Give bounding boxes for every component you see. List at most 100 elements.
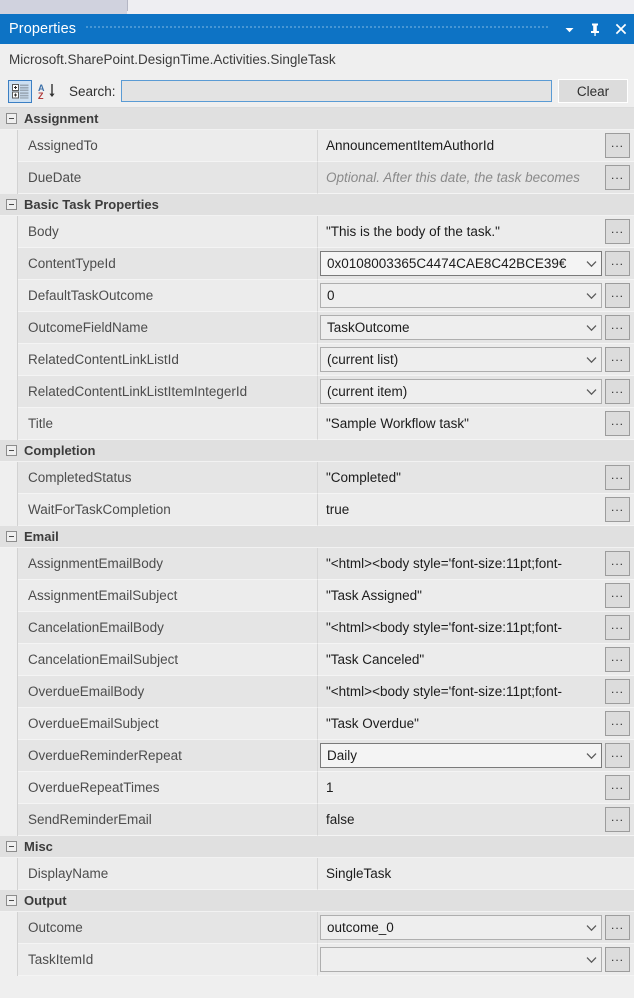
property-value-cell[interactable]: Optional. After this date, the task beco…	[318, 162, 634, 194]
property-value-text[interactable]: "Completed"	[318, 470, 603, 485]
chevron-down-icon[interactable]	[581, 752, 601, 760]
ellipsis-button[interactable]: ...	[605, 679, 630, 704]
property-value-text[interactable]: true	[318, 502, 603, 517]
property-name[interactable]: CancelationEmailBody	[18, 612, 318, 644]
ellipsis-button[interactable]: ...	[605, 251, 630, 276]
ellipsis-button[interactable]: ...	[605, 219, 630, 244]
window-drag-gripper[interactable]	[86, 14, 550, 44]
property-value-cell[interactable]: true...	[318, 494, 634, 526]
property-row[interactable]: TaskItemId...	[0, 944, 634, 976]
property-value-cell[interactable]: (current item)...	[318, 376, 634, 408]
collapse-expander-icon[interactable]	[6, 531, 17, 542]
category-header-completion[interactable]: Completion	[0, 440, 634, 462]
property-name[interactable]: RelatedContentLinkListItemIntegerId	[18, 376, 318, 408]
property-row[interactable]: RelatedContentLinkListItemIntegerId (curr…	[0, 376, 634, 408]
property-row[interactable]: OutcomeFieldName TaskOutcome...	[0, 312, 634, 344]
property-value-combobox[interactable]: outcome_0	[320, 915, 602, 940]
property-value-cell[interactable]: "Task Assigned"...	[318, 580, 634, 612]
property-value-text[interactable]: 1	[318, 780, 603, 795]
property-row[interactable]: OverdueRepeatTimes 1...	[0, 772, 634, 804]
ellipsis-button[interactable]: ...	[605, 647, 630, 672]
ellipsis-button[interactable]: ...	[605, 743, 630, 768]
property-row[interactable]: SendReminderEmail false...	[0, 804, 634, 836]
property-value-cell[interactable]: ...	[318, 944, 634, 976]
ellipsis-button[interactable]: ...	[605, 165, 630, 190]
close-icon[interactable]	[608, 14, 634, 44]
property-value-cell[interactable]: outcome_0...	[318, 912, 634, 944]
property-name[interactable]: OverdueEmailSubject	[18, 708, 318, 740]
clear-button[interactable]: Clear	[558, 79, 628, 103]
property-value-cell[interactable]: "<html><body style='font-size:11pt;font-…	[318, 548, 634, 580]
property-value-cell[interactable]: TaskOutcome...	[318, 312, 634, 344]
active-document-tab[interactable]	[0, 0, 127, 14]
property-value-combobox[interactable]	[320, 947, 602, 972]
ellipsis-button[interactable]: ...	[605, 711, 630, 736]
ellipsis-button[interactable]: ...	[605, 947, 630, 972]
property-value-cell[interactable]: false...	[318, 804, 634, 836]
property-value-text[interactable]: SingleTask	[318, 866, 603, 881]
property-value-text[interactable]: "<html><body style='font-size:11pt;font-	[318, 556, 603, 571]
category-header-output[interactable]: Output	[0, 890, 634, 912]
property-name[interactable]: WaitForTaskCompletion	[18, 494, 318, 526]
categorized-view-icon[interactable]	[8, 79, 32, 103]
properties-title-bar[interactable]: Properties	[0, 14, 634, 44]
property-name[interactable]: ContentTypeId	[18, 248, 318, 280]
property-value-text[interactable]: "Sample Workflow task"	[318, 416, 603, 431]
property-value-text[interactable]: "Task Canceled"	[318, 652, 603, 667]
property-row[interactable]: AssignedTo AnnouncementItemAuthorId...	[0, 130, 634, 162]
property-value-cell[interactable]: "Sample Workflow task"...	[318, 408, 634, 440]
property-value-cell[interactable]: (current list)...	[318, 344, 634, 376]
property-name[interactable]: OverdueEmailBody	[18, 676, 318, 708]
category-header-assignment[interactable]: Assignment	[0, 108, 634, 130]
property-name[interactable]: AssignmentEmailBody	[18, 548, 318, 580]
collapse-expander-icon[interactable]	[6, 113, 17, 124]
property-value-text[interactable]: "Task Overdue"	[318, 716, 603, 731]
property-row[interactable]: RelatedContentLinkListId (current list)..…	[0, 344, 634, 376]
property-row[interactable]: DisplayName SingleTask	[0, 858, 634, 890]
property-row[interactable]: DefaultTaskOutcome 0...	[0, 280, 634, 312]
search-input[interactable]	[120, 80, 552, 102]
property-value-cell[interactable]: "Completed"...	[318, 462, 634, 494]
property-value-cell[interactable]: AnnouncementItemAuthorId...	[318, 130, 634, 162]
property-name[interactable]: TaskItemId	[18, 944, 318, 976]
property-name[interactable]: CancelationEmailSubject	[18, 644, 318, 676]
ellipsis-button[interactable]: ...	[605, 551, 630, 576]
property-row[interactable]: Title "Sample Workflow task"...	[0, 408, 634, 440]
property-name[interactable]: Body	[18, 216, 318, 248]
property-value-text[interactable]: "This is the body of the task."	[318, 224, 603, 239]
property-name[interactable]: DisplayName	[18, 858, 318, 890]
property-row[interactable]: OverdueEmailBody "<html><body style='font…	[0, 676, 634, 708]
property-row[interactable]: DueDate Optional. After this date, the ta…	[0, 162, 634, 194]
property-value-combobox[interactable]: 0x0108003365C4474CAE8C42BCE39€	[320, 251, 602, 276]
ellipsis-button[interactable]: ...	[605, 133, 630, 158]
ellipsis-button[interactable]: ...	[605, 807, 630, 832]
property-value-cell[interactable]: 0x0108003365C4474CAE8C42BCE39€...	[318, 248, 634, 280]
category-header-basic-task-properties[interactable]: Basic Task Properties	[0, 194, 634, 216]
collapse-expander-icon[interactable]	[6, 841, 17, 852]
property-row[interactable]: CompletedStatus "Completed"...	[0, 462, 634, 494]
chevron-down-icon[interactable]	[581, 388, 601, 396]
property-value-text[interactable]: AnnouncementItemAuthorId	[318, 138, 603, 153]
property-value-combobox[interactable]: Daily	[320, 743, 602, 768]
ellipsis-button[interactable]: ...	[605, 465, 630, 490]
category-header-email[interactable]: Email	[0, 526, 634, 548]
property-value-text[interactable]: false	[318, 812, 603, 827]
property-name[interactable]: Outcome	[18, 912, 318, 944]
ellipsis-button[interactable]: ...	[605, 915, 630, 940]
property-value-cell[interactable]: "<html><body style='font-size:11pt;font-…	[318, 676, 634, 708]
property-value-text[interactable]: Optional. After this date, the task beco…	[318, 170, 603, 185]
collapse-expander-icon[interactable]	[6, 445, 17, 456]
chevron-down-icon[interactable]	[581, 292, 601, 300]
property-row[interactable]: AssignmentEmailSubject "Task Assigned"...	[0, 580, 634, 612]
ellipsis-button[interactable]: ...	[605, 497, 630, 522]
property-value-text[interactable]: "Task Assigned"	[318, 588, 603, 603]
category-header-misc[interactable]: Misc	[0, 836, 634, 858]
property-value-cell[interactable]: "This is the body of the task."...	[318, 216, 634, 248]
property-value-cell[interactable]: 0...	[318, 280, 634, 312]
property-value-text[interactable]: "<html><body style='font-size:11pt;font-	[318, 620, 603, 635]
ellipsis-button[interactable]: ...	[605, 615, 630, 640]
ellipsis-button[interactable]: ...	[605, 315, 630, 340]
property-name[interactable]: AssignmentEmailSubject	[18, 580, 318, 612]
chevron-down-icon[interactable]	[581, 956, 601, 964]
property-value-cell[interactable]: SingleTask	[318, 858, 634, 890]
